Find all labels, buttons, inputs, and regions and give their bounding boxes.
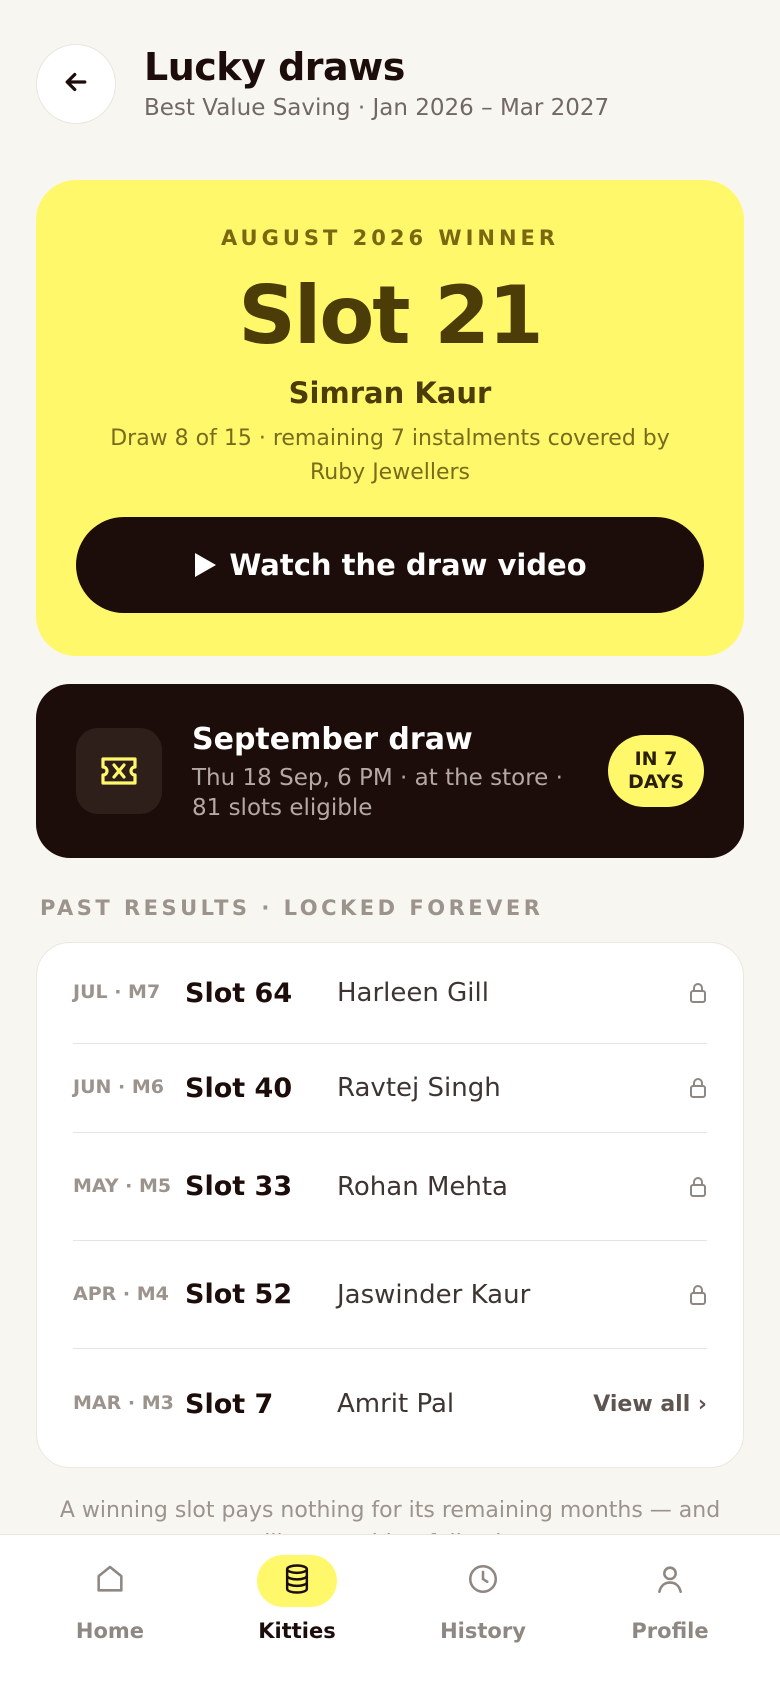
result-row[interactable]: JUN · M6 Slot 40 Ravtej Singh — [73, 1044, 707, 1133]
user-icon — [653, 1562, 687, 1600]
result-date: MAR · M3 — [73, 1392, 174, 1415]
result-slot: Slot 40 — [185, 1072, 293, 1104]
winner-eyebrow: AUGUST 2026 WINNER — [220, 226, 560, 250]
lock-icon — [683, 1284, 707, 1306]
play-icon — [193, 552, 217, 578]
result-date: JUL · M7 — [73, 981, 161, 1004]
nav-label: Profile — [631, 1619, 709, 1643]
result-row[interactable]: MAY · M5 Slot 33 Rohan Mehta — [73, 1133, 707, 1241]
result-row[interactable]: MAR · M3 Slot 7 Amrit Pal View all › — [73, 1349, 707, 1459]
result-slot: Slot 52 — [185, 1279, 293, 1310]
result-date: JUN · M6 — [73, 1076, 164, 1099]
watch-draw-video-button[interactable]: Watch the draw video — [76, 517, 704, 613]
winner-slot: Slot 21 — [238, 269, 543, 362]
clock-icon — [466, 1562, 500, 1600]
lock-icon — [683, 1077, 707, 1099]
page-title: Lucky draws — [144, 45, 405, 90]
result-name: Harleen Gill — [337, 978, 489, 1008]
result-slot: Slot 7 — [185, 1388, 274, 1420]
result-name: Jaswinder Kaur — [337, 1279, 531, 1310]
result-slot: Slot 64 — [185, 977, 293, 1009]
countdown-badge: IN 7 DAYS — [608, 735, 704, 807]
winner-name: Simran Kaur — [288, 376, 492, 410]
next-draw-title: September draw — [192, 722, 473, 757]
back-button[interactable] — [36, 44, 116, 124]
page-subtitle: Best Value Saving · Jan 2026 – Mar 2027 — [144, 94, 610, 121]
lock-icon — [683, 1176, 707, 1198]
result-row[interactable]: JUL · M7 Slot 64 Harleen Gill — [73, 943, 707, 1044]
page-header: Lucky draws Best Value Saving · Jan 2026… — [36, 44, 744, 124]
winner-card: AUGUST 2026 WINNER Slot 21 Simran Kaur D… — [36, 180, 744, 656]
past-results-label: PAST RESULTS · LOCKED FOREVER — [40, 896, 544, 920]
nav-item-history[interactable]: History — [403, 1555, 563, 1643]
next-draw-card[interactable]: September draw Thu 18 Sep, 6 PM · at the… — [36, 684, 744, 858]
result-date: APR · M4 — [73, 1282, 169, 1305]
result-slot: Slot 33 — [185, 1171, 293, 1202]
ticket-icon — [76, 728, 162, 814]
coins-icon — [282, 1563, 312, 1599]
winner-description: Draw 8 of 15 · remaining 7 instalments c… — [110, 426, 670, 486]
past-results-list: JUL · M7 Slot 64 Harleen Gill JUN · M6 S… — [36, 942, 744, 1468]
next-draw-detail: Thu 18 Sep, 6 PM · at the store · 81 slo… — [192, 765, 563, 821]
nav-label: History — [440, 1619, 526, 1643]
arrow-left-icon — [61, 67, 91, 101]
watch-draw-video-label: Watch the draw video — [229, 548, 587, 582]
result-date: MAY · M5 — [73, 1174, 172, 1197]
nav-label: Kitties — [258, 1619, 336, 1643]
result-row[interactable]: APR · M4 Slot 52 Jaswinder Kaur — [73, 1241, 707, 1349]
lock-icon — [683, 982, 707, 1004]
result-name: Rohan Mehta — [337, 1171, 508, 1202]
bottom-nav: Home Kitties History Profile — [0, 1534, 780, 1688]
nav-label: Home — [75, 1619, 145, 1643]
view-all-link[interactable]: View all › — [593, 1392, 707, 1417]
nav-item-home[interactable]: Home — [30, 1555, 190, 1643]
home-icon — [93, 1562, 127, 1600]
nav-item-kitties[interactable]: Kitties — [217, 1555, 377, 1643]
result-name: Ravtej Singh — [337, 1073, 501, 1103]
nav-item-profile[interactable]: Profile — [590, 1555, 750, 1643]
result-name: Amrit Pal — [337, 1389, 455, 1419]
